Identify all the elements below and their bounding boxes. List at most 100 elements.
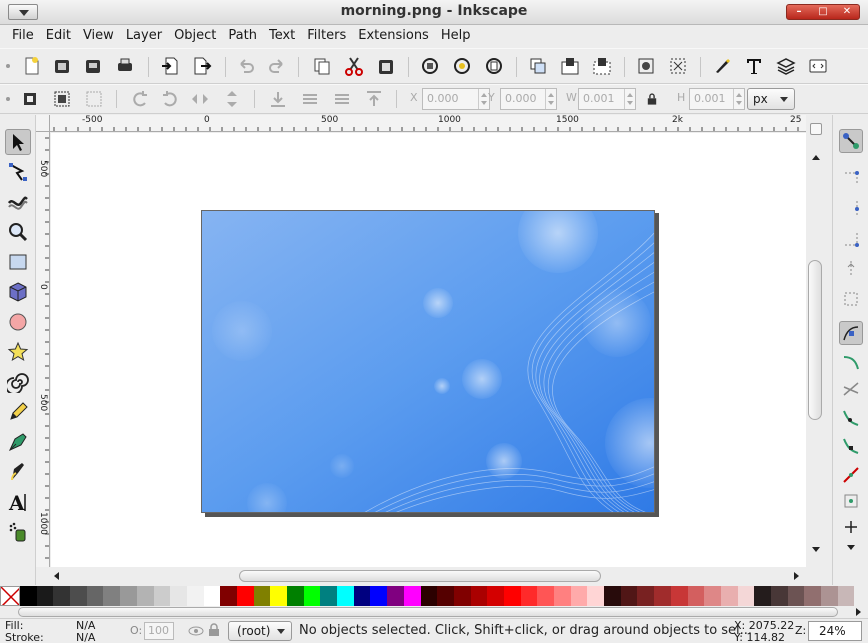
new-document-icon[interactable]	[20, 54, 44, 78]
color-swatch[interactable]	[554, 586, 571, 606]
maximize-button[interactable]: □	[811, 5, 835, 19]
spray-tool-icon[interactable]	[5, 519, 31, 545]
color-swatch[interactable]	[353, 586, 371, 606]
menu-layer[interactable]: Layer	[120, 25, 168, 47]
color-swatch[interactable]	[570, 586, 588, 606]
3dbox-tool-icon[interactable]	[5, 279, 31, 305]
unit-select[interactable]: px	[747, 88, 795, 110]
color-swatch[interactable]	[537, 586, 554, 606]
vertical-ruler[interactable]: 500 0 500 1000	[36, 132, 50, 567]
color-swatch[interactable]	[203, 586, 221, 606]
fill-stroke-icon[interactable]	[634, 54, 658, 78]
color-swatch[interactable]	[103, 586, 121, 606]
zoom-drawing-icon[interactable]	[450, 54, 474, 78]
zoom-tool-icon[interactable]	[5, 219, 31, 245]
ellipse-tool-icon[interactable]	[5, 309, 31, 335]
align-icon[interactable]	[666, 54, 690, 78]
rotate-ccw-icon[interactable]	[128, 87, 152, 111]
undo-icon[interactable]	[234, 54, 258, 78]
color-swatch[interactable]	[437, 586, 454, 606]
palette-scroll-thumb[interactable]	[18, 607, 838, 617]
color-swatch[interactable]	[503, 586, 521, 606]
w-spin-arrows[interactable]	[624, 89, 635, 109]
color-swatch[interactable]	[487, 586, 504, 606]
text-font-icon[interactable]	[742, 54, 766, 78]
star-tool-icon[interactable]	[5, 339, 31, 365]
color-swatch[interactable]	[270, 586, 287, 606]
h-spin-arrows[interactable]	[733, 89, 744, 109]
import-icon[interactable]	[158, 54, 182, 78]
layer-lock-icon[interactable]	[208, 623, 220, 637]
color-swatch[interactable]	[170, 586, 187, 606]
color-swatch[interactable]	[136, 586, 154, 606]
scroll-up-arrow-icon[interactable]	[812, 155, 820, 160]
menu-file[interactable]: File	[6, 25, 40, 47]
menu-edit[interactable]: Edit	[40, 25, 77, 47]
lock-icon[interactable]	[642, 88, 662, 110]
snap-enable-icon[interactable]	[839, 129, 863, 153]
color-swatch[interactable]	[620, 586, 638, 606]
x-spinbox[interactable]: 0.000	[422, 88, 490, 110]
palette-scrollbar[interactable]	[0, 606, 868, 618]
redo-icon[interactable]	[265, 54, 289, 78]
rectangle-tool-icon[interactable]	[5, 249, 31, 275]
color-swatch[interactable]	[520, 586, 538, 606]
menu-view[interactable]: View	[77, 25, 120, 47]
node-tool-icon[interactable]	[5, 159, 31, 185]
color-swatch[interactable]	[687, 586, 705, 606]
scroll-left-arrow-icon[interactable]	[54, 572, 59, 580]
duplicate-icon[interactable]	[526, 54, 550, 78]
calligraphy-tool-icon[interactable]	[5, 459, 31, 485]
print-icon[interactable]	[113, 54, 137, 78]
color-swatch[interactable]	[36, 586, 54, 606]
snap-smooth-nodes-icon[interactable]	[839, 433, 863, 457]
close-button[interactable]: ✕	[835, 5, 859, 19]
snap-to-paths-icon[interactable]	[839, 351, 863, 375]
select-all-layers-icon[interactable]	[50, 87, 74, 111]
horizontal-ruler[interactable]: -500 0 500 1000 1500 2k 25	[50, 115, 806, 132]
vertical-scroll-thumb[interactable]	[808, 260, 822, 420]
no-paint-swatch[interactable]	[0, 586, 20, 606]
minimize-button[interactable]: –	[787, 5, 811, 19]
paste-icon[interactable]	[374, 54, 398, 78]
color-swatch[interactable]	[86, 586, 104, 606]
color-swatch[interactable]	[70, 586, 87, 606]
zoom-page-icon[interactable]	[482, 54, 506, 78]
group-icon[interactable]	[558, 54, 582, 78]
color-swatch[interactable]	[337, 586, 354, 606]
scroll-right-arrow-icon[interactable]	[794, 572, 799, 580]
color-swatch[interactable]	[153, 586, 171, 606]
color-swatch[interactable]	[704, 586, 721, 606]
color-swatch[interactable]	[470, 586, 488, 606]
flip-vertical-icon[interactable]	[220, 87, 244, 111]
color-swatch[interactable]	[770, 586, 788, 606]
color-swatch[interactable]	[220, 586, 237, 606]
color-swatch[interactable]	[804, 586, 821, 606]
snap-bbox-center-icon[interactable]	[839, 287, 863, 311]
snap-line-midpoints-icon[interactable]	[839, 463, 863, 487]
palette-scroll-right-icon[interactable]	[856, 608, 861, 616]
color-swatch[interactable]	[453, 586, 471, 606]
color-swatch[interactable]	[837, 586, 855, 606]
layers-icon[interactable]	[774, 54, 798, 78]
snap-cusp-nodes-icon[interactable]	[839, 405, 863, 429]
snap-rotation-center-icon[interactable]	[839, 515, 863, 539]
current-layer-select[interactable]: (root)	[228, 621, 292, 641]
snap-bbox-edge-icon[interactable]	[839, 197, 863, 221]
save-icon[interactable]	[81, 54, 105, 78]
lower-to-bottom-icon[interactable]	[266, 87, 290, 111]
color-swatch[interactable]	[370, 586, 388, 606]
color-swatch[interactable]	[720, 586, 738, 606]
menu-object[interactable]: Object	[168, 25, 222, 47]
spiral-tool-icon[interactable]	[5, 369, 31, 395]
toolbar-grip[interactable]	[6, 97, 10, 101]
opacity-input[interactable]: 100	[144, 622, 174, 640]
horizontal-scrollbar[interactable]	[36, 567, 832, 585]
tweak-tool-icon[interactable]	[5, 189, 31, 215]
color-swatch[interactable]	[387, 586, 404, 606]
color-swatch[interactable]	[20, 586, 37, 606]
pen-tool-icon[interactable]	[5, 429, 31, 455]
vertical-scrollbar[interactable]	[806, 115, 832, 585]
menu-path[interactable]: Path	[222, 25, 263, 47]
raise-to-top-icon[interactable]	[362, 87, 386, 111]
